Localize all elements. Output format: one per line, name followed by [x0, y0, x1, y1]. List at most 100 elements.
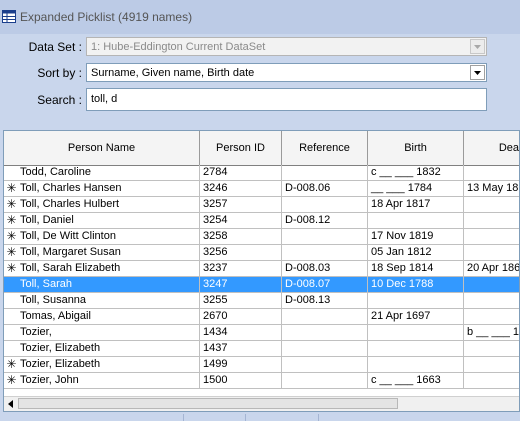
table-row[interactable]: ✳ Toll, De Witt Clinton 3258 17 Nov 1819: [4, 229, 519, 245]
cell-name: Toll, De Witt Clinton: [4, 229, 200, 244]
cell-id: 3247: [200, 277, 282, 292]
table-row[interactable]: Tomas, Abigail 2670 21 Apr 1697: [4, 309, 519, 325]
column-header-reference[interactable]: Reference: [282, 131, 368, 165]
cell-death: [464, 229, 519, 244]
cell-death: [464, 373, 519, 388]
cell-birth: 21 Apr 1697: [368, 309, 464, 324]
cell-ref: D-008.06: [282, 181, 368, 196]
cell-death: 20 Apr 1868: [464, 261, 519, 276]
scroll-left-icon[interactable]: [5, 398, 17, 410]
cell-ref: [282, 165, 368, 180]
column-header-person-id[interactable]: Person ID: [200, 131, 282, 165]
grid-header: Person Name Person ID Reference Birth De…: [4, 131, 519, 166]
window-title: Expanded Picklist (4919 names): [20, 10, 193, 24]
chevron-down-icon: [474, 45, 481, 49]
cell-birth: __ ___ 1784: [368, 181, 464, 196]
cell-name: Tozier, John: [4, 373, 200, 388]
cell-birth: 18 Apr 1817: [368, 197, 464, 212]
cell-death: 13 May 186: [464, 181, 519, 196]
cell-name: Tozier, Elizabeth: [4, 357, 200, 372]
cell-death: [464, 165, 519, 180]
cell-birth: 05 Jan 1812: [368, 245, 464, 260]
cell-birth: [368, 325, 464, 340]
cell-id: 3255: [200, 293, 282, 308]
sortby-dropdown-button[interactable]: [470, 65, 485, 80]
cell-id: 1437: [200, 341, 282, 356]
table-row[interactable]: ✳ Tozier, Elizabeth 1499: [4, 357, 519, 373]
scrollbar-thumb[interactable]: [18, 398, 398, 409]
cell-birth: 18 Sep 1814: [368, 261, 464, 276]
cell-death: [464, 309, 519, 324]
column-header-birth[interactable]: Birth: [368, 131, 464, 165]
cell-name: Tozier,: [4, 325, 200, 340]
dataset-dropdown-button: [470, 39, 485, 54]
chevron-down-icon: [474, 71, 481, 75]
cell-name: Todd, Caroline: [4, 165, 200, 180]
cell-id: 3258: [200, 229, 282, 244]
dataset-value: 1: Hube-Eddington Current DataSet: [91, 41, 266, 53]
search-label: Search :: [37, 93, 82, 107]
horizontal-scrollbar[interactable]: [4, 396, 519, 411]
cell-ref: [282, 309, 368, 324]
cell-ref: [282, 229, 368, 244]
cell-birth: [368, 357, 464, 372]
cell-birth: 17 Nov 1819: [368, 229, 464, 244]
cell-ref: [282, 245, 368, 260]
cell-ref: [282, 197, 368, 212]
cell-id: 1500: [200, 373, 282, 388]
cell-name: Toll, Sarah: [4, 277, 200, 292]
cell-death: [464, 357, 519, 372]
table-row[interactable]: Toll, Susanna 3255 D-008.13: [4, 293, 519, 309]
sortby-select[interactable]: Surname, Given name, Birth date: [86, 63, 487, 82]
table-row[interactable]: ✳ Toll, Sarah Elizabeth 3237 D-008.03 18 Sep…: [4, 261, 519, 277]
cell-death: [464, 245, 519, 260]
cell-id: 1499: [200, 357, 282, 372]
cell-ref: [282, 341, 368, 356]
cell-id: 3254: [200, 213, 282, 228]
cell-ref: [282, 373, 368, 388]
cell-name: Toll, Charles Hulbert: [4, 197, 200, 212]
cell-ref: D-008.03: [282, 261, 368, 276]
cell-death: [464, 197, 519, 212]
cell-death: [464, 277, 519, 292]
cell-name: Toll, Margaret Susan: [4, 245, 200, 260]
cell-birth: [368, 341, 464, 356]
table-row[interactable]: ✳ Toll, Charles Hulbert 3257 18 Apr 1817: [4, 197, 519, 213]
table-row[interactable]: ✳ Tozier, John 1500 c __ ___ 1663: [4, 373, 519, 389]
cell-birth: 10 Dec 1788: [368, 277, 464, 292]
column-header-person-name[interactable]: Person Name: [4, 131, 200, 165]
person-grid: Person Name Person ID Reference Birth De…: [3, 130, 520, 412]
cell-id: 2784: [200, 165, 282, 180]
search-input[interactable]: toll, d: [86, 88, 487, 111]
cell-death: b __ ___ 16: [464, 325, 519, 340]
status-strip: [0, 412, 520, 421]
table-icon: [2, 10, 16, 23]
table-row[interactable]: Tozier, Elizabeth 1437: [4, 341, 519, 357]
table-row[interactable]: ✳ Toll, Daniel 3254 D-008.12: [4, 213, 519, 229]
cell-name: Tozier, Elizabeth: [4, 341, 200, 356]
table-row[interactable]: Toll, Sarah 3247 D-008.07 10 Dec 1788: [4, 277, 519, 293]
cell-ref: [282, 357, 368, 372]
cell-birth: c __ ___ 1832: [368, 165, 464, 180]
cell-ref: D-008.07: [282, 277, 368, 292]
cell-name: Toll, Daniel: [4, 213, 200, 228]
cell-birth: [368, 293, 464, 308]
cell-name: Tomas, Abigail: [4, 309, 200, 324]
cell-id: 3257: [200, 197, 282, 212]
sortby-value: Surname, Given name, Birth date: [91, 67, 255, 79]
cell-death: [464, 293, 519, 308]
cell-birth: c __ ___ 1663: [368, 373, 464, 388]
cell-death: [464, 213, 519, 228]
column-header-death[interactable]: Death: [464, 131, 519, 165]
table-row[interactable]: ✳ Toll, Margaret Susan 3256 05 Jan 1812: [4, 245, 519, 261]
dataset-label: Data Set :: [28, 40, 82, 54]
cell-id: 3246: [200, 181, 282, 196]
cell-name: Toll, Charles Hansen: [4, 181, 200, 196]
divider: [245, 414, 246, 421]
search-value: toll, d: [91, 93, 118, 105]
cell-ref: D-008.12: [282, 213, 368, 228]
table-row[interactable]: Todd, Caroline 2784 c __ ___ 1832: [4, 165, 519, 181]
table-row[interactable]: ✳ Toll, Charles Hansen 3246 D-008.06 __ ___ …: [4, 181, 519, 197]
table-row[interactable]: Tozier, 1434 b __ ___ 16: [4, 325, 519, 341]
divider: [183, 414, 184, 421]
